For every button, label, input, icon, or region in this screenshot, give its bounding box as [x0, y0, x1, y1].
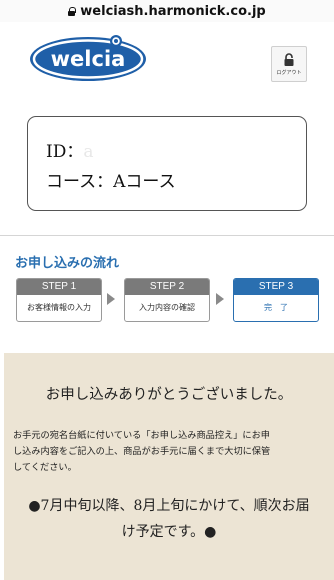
step-1: STEP 1 お客様情報の入力	[16, 278, 102, 322]
account-id-line: ID：a	[46, 137, 306, 167]
course-value: Aコース	[113, 172, 176, 192]
step-2: STEP 2 入力内容の確認	[124, 278, 210, 322]
logout-label: ログアウト	[276, 69, 302, 76]
step-2-label: 入力内容の確認	[139, 303, 195, 312]
step-3: STEP 3 完 了	[233, 278, 319, 322]
step-arrow-icon	[107, 293, 115, 305]
logout-button[interactable]: ログアウト	[271, 46, 307, 82]
note-line: し込み内容をご記入の上、商品がお手元に届くまで大切に保管	[13, 446, 271, 457]
note-line: してください。	[13, 462, 77, 473]
step-3-number: STEP 3	[234, 279, 318, 295]
welcia-logo[interactable]: welcia	[29, 32, 147, 82]
delivery-schedule: ●7月中旬以降、8月上旬にかけて、順次お届 け予定です。●	[4, 493, 334, 545]
account-course-line: コース：Aコース	[46, 167, 306, 197]
course-label: コース：	[46, 172, 114, 192]
step-1-number: STEP 1	[17, 279, 101, 295]
step-2-number: STEP 2	[125, 279, 209, 295]
lock-icon	[68, 6, 77, 16]
thank-you-note: お手元の宛名台紙に付いている「お申し込み商品控え」にお申 し込み内容をご記入の上…	[13, 428, 325, 476]
thank-you-title: お申し込みありがとうございました。	[45, 387, 293, 403]
url-text: welciash.harmonick.co.jp	[80, 3, 266, 19]
flow-title: お申し込みの流れ	[15, 256, 120, 271]
note-line: お手元の宛名台紙に付いている「お申し込み商品控え」にお申	[13, 430, 270, 441]
id-value: a	[83, 142, 94, 162]
step-3-label: 完 了	[264, 303, 288, 312]
step-arrow-icon	[216, 293, 224, 305]
browser-url-bar[interactable]: welciash.harmonick.co.jp	[0, 0, 334, 22]
site-header: welcia ログアウト	[0, 22, 334, 92]
id-label: ID：	[46, 142, 84, 162]
step-1-label: お客様情報の入力	[27, 303, 91, 312]
account-info-box: ID：a コース：Aコース	[27, 116, 307, 211]
application-flow: お申し込みの流れ STEP 1 お客様情報の入力 STEP 2 入力内容の確認 …	[0, 236, 334, 341]
thank-you-panel: お申し込みありがとうございました。 お手元の宛名台紙に付いている「お申し込み商品…	[4, 353, 334, 580]
schedule-line: け予定です。●	[121, 524, 217, 540]
padlock-icon	[284, 52, 294, 66]
schedule-line: ●7月中旬以降、8月上旬にかけて、順次お届	[28, 498, 310, 514]
logo-text: welcia	[51, 47, 126, 71]
